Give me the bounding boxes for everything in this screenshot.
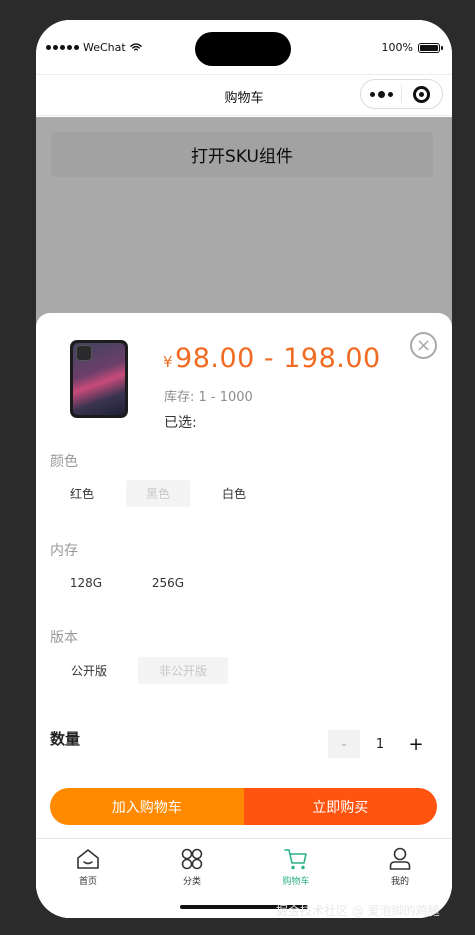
increase-button[interactable]: +	[400, 730, 432, 758]
dynamic-island	[195, 32, 291, 66]
category-icon	[181, 848, 203, 870]
battery-percent: 100%	[381, 41, 413, 54]
battery-icon	[418, 42, 443, 53]
product-image	[70, 340, 128, 418]
tab-cart-label: 购物车	[282, 877, 310, 887]
option-white[interactable]: 白色	[202, 480, 266, 507]
option-128g[interactable]: 128G	[50, 569, 122, 596]
selected-label: 已选:	[164, 415, 197, 431]
stock-label: 库存: 1 - 1000	[164, 390, 253, 405]
option-black[interactable]: 黑色	[126, 480, 190, 507]
close-miniprogram-icon[interactable]	[402, 85, 442, 103]
home-icon	[77, 849, 99, 869]
quantity-label: 数量	[50, 730, 81, 748]
tab-profile-label: 我的	[390, 877, 409, 887]
battery-status: 100%	[381, 41, 443, 54]
carrier-label: WeChat	[83, 41, 126, 54]
option-256g[interactable]: 256G	[132, 569, 204, 596]
price-range: ¥98.00 - 198.00	[163, 343, 381, 374]
group-title-color: 颜色	[50, 454, 78, 470]
close-icon[interactable]: ×	[410, 332, 437, 359]
status-bar: WeChat 100%	[36, 20, 452, 74]
cart-icon	[284, 849, 307, 870]
wifi-icon	[130, 43, 142, 51]
option-non-public[interactable]: 非公开版	[138, 657, 228, 684]
quantity-value[interactable]: 1	[360, 737, 400, 752]
option-public[interactable]: 公开版	[50, 657, 128, 684]
option-red[interactable]: 红色	[50, 480, 114, 507]
navigation-bar: 购物车	[36, 74, 452, 116]
action-buttons: 加入购物车 立即购买	[50, 788, 437, 825]
signal-carrier: WeChat	[46, 41, 142, 54]
more-icon[interactable]	[361, 90, 401, 98]
tab-home[interactable]: 首页	[36, 839, 140, 918]
buy-now-button[interactable]: 立即购买	[243, 788, 437, 825]
sku-popup: ¥98.00 - 198.00 库存: 1 - 1000 已选: × 颜色 红色…	[36, 313, 452, 918]
currency-symbol: ¥	[163, 353, 174, 371]
group-title-storage: 内存	[50, 543, 78, 559]
signal-icon	[46, 45, 79, 50]
price-value: 98.00 - 198.00	[175, 343, 381, 374]
tab-home-label: 首页	[78, 877, 97, 887]
profile-icon	[389, 847, 411, 870]
tab-category-label: 分类	[182, 877, 201, 887]
watermark: 掘金技术社区 @ 爱泡脚的鸡腿	[276, 904, 440, 918]
miniprogram-capsule	[360, 79, 443, 109]
phone-frame: WeChat 100% 购物车 打开SKU组件 ¥98.00 - 198.00 …	[36, 20, 452, 918]
decrease-button[interactable]: -	[328, 730, 360, 758]
group-title-version: 版本	[50, 630, 78, 646]
quantity-stepper: - 1 +	[328, 730, 432, 758]
add-to-cart-button[interactable]: 加入购物车	[50, 788, 244, 825]
